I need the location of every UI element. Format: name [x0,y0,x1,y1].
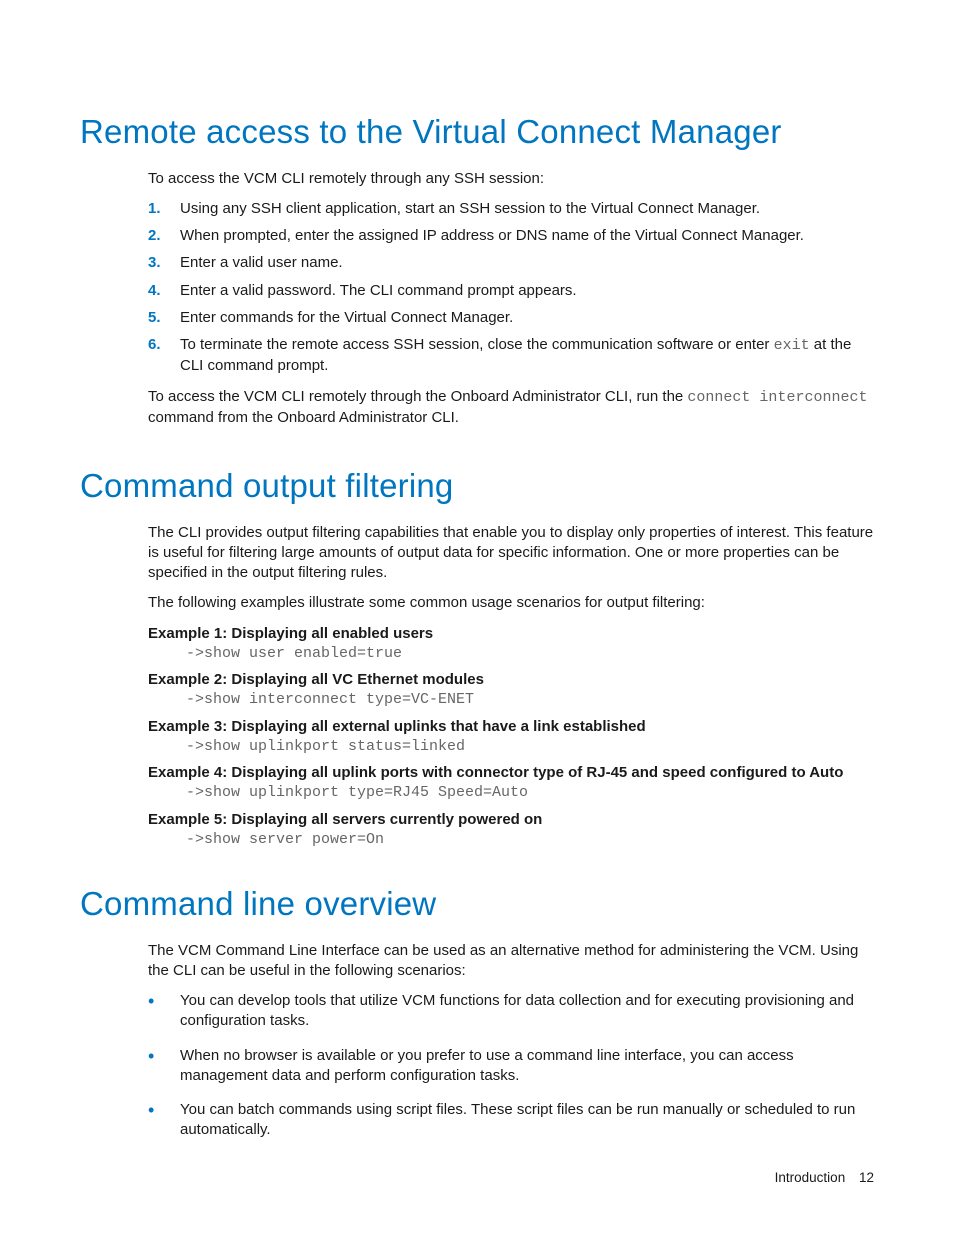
section2-examples: Example 1: Displaying all enabled users-… [148,624,874,851]
ordered-list-text: To terminate the remote access SSH sessi… [180,335,874,377]
ordered-list-item: 5.Enter commands for the Virtual Connect… [148,308,874,328]
ordered-list-number: 2. [148,226,180,246]
ordered-list-item: 6.To terminate the remote access SSH ses… [148,335,874,377]
ordered-list-text: Enter commands for the Virtual Connect M… [180,308,874,328]
section1-post-paragraph: To access the VCM CLI remotely through t… [148,387,874,429]
ordered-list-number: 5. [148,308,180,328]
example-code: ->show uplinkport type=RJ45 Speed=Auto [186,783,874,803]
section-heading-output-filtering: Command output filtering [80,464,874,509]
section2-para2: The following examples illustrate some c… [148,593,874,613]
section1-body: To access the VCM CLI remotely through a… [148,169,874,429]
section-heading-cli-overview: Command line overview [80,882,874,927]
bullet-list-text: You can batch commands using script file… [180,1100,874,1141]
ordered-list-number: 4. [148,281,180,301]
document-page: Remote access to the Virtual Connect Man… [0,0,954,1235]
bullet-list-item: •When no browser is available or you pre… [148,1046,874,1087]
example-title: Example 1: Displaying all enabled users [148,624,874,644]
section3-intro: The VCM Command Line Interface can be us… [148,941,874,982]
page-footer: Introduction 12 [775,1169,874,1187]
ordered-list-item: 4.Enter a valid password. The CLI comman… [148,281,874,301]
example-code: ->show user enabled=true [186,644,874,664]
example-title: Example 2: Displaying all VC Ethernet mo… [148,670,874,690]
bullet-icon: • [148,991,180,1010]
section2-body: The CLI provides output filtering capabi… [148,523,874,851]
section1-ordered-list: 1.Using any SSH client application, star… [148,199,874,377]
ordered-list-text: When prompted, enter the assigned IP add… [180,226,874,246]
ordered-list-text: Enter a valid user name. [180,253,874,273]
bullet-icon: • [148,1100,180,1119]
section1-intro: To access the VCM CLI remotely through a… [148,169,874,189]
bullet-list-item: •You can batch commands using script fil… [148,1100,874,1141]
example-title: Example 4: Displaying all uplink ports w… [148,763,874,783]
bullet-list-text: You can develop tools that utilize VCM f… [180,991,874,1032]
inline-code: connect interconnect [687,389,867,406]
footer-section-name: Introduction [775,1170,846,1185]
ordered-list-number: 6. [148,335,180,355]
inline-code: exit [774,337,810,354]
example-title: Example 5: Displaying all servers curren… [148,810,874,830]
footer-page-number: 12 [859,1170,874,1185]
section3-body: The VCM Command Line Interface can be us… [148,941,874,1141]
example-title: Example 3: Displaying all external uplin… [148,717,874,737]
ordered-list-item: 3.Enter a valid user name. [148,253,874,273]
example-code: ->show uplinkport status=linked [186,737,874,757]
section2-para1: The CLI provides output filtering capabi… [148,523,874,584]
example-code: ->show server power=On [186,830,874,850]
ordered-list-text: Enter a valid password. The CLI command … [180,281,874,301]
ordered-list-item: 1.Using any SSH client application, star… [148,199,874,219]
section-heading-remote-access: Remote access to the Virtual Connect Man… [80,110,874,155]
bullet-list-item: •You can develop tools that utilize VCM … [148,991,874,1032]
bullet-icon: • [148,1046,180,1065]
ordered-list-item: 2.When prompted, enter the assigned IP a… [148,226,874,246]
section3-bullet-list: •You can develop tools that utilize VCM … [148,991,874,1141]
ordered-list-number: 1. [148,199,180,219]
ordered-list-text: Using any SSH client application, start … [180,199,874,219]
bullet-list-text: When no browser is available or you pref… [180,1046,874,1087]
example-code: ->show interconnect type=VC-ENET [186,690,874,710]
ordered-list-number: 3. [148,253,180,273]
